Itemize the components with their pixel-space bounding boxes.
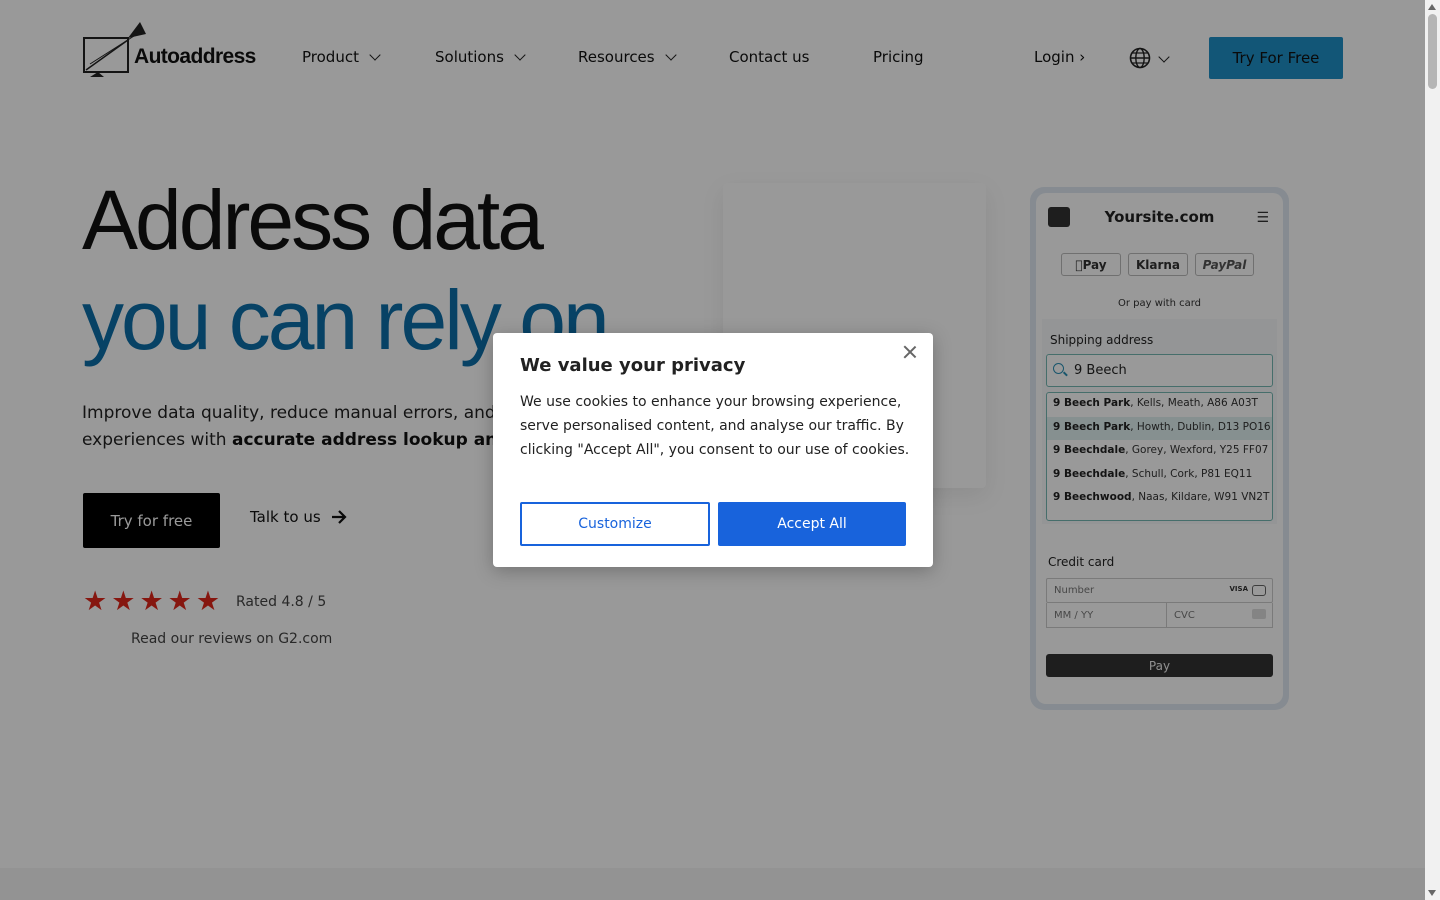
cookie-consent-modal: We value your privacy We use cookies to … [493,333,933,567]
scroll-up-arrow-icon[interactable] [1428,4,1436,10]
customize-button[interactable]: Customize [520,502,710,546]
modal-title: We value your privacy [520,355,746,376]
scroll-down-arrow-icon[interactable] [1428,890,1436,896]
accept-all-button[interactable]: Accept All [718,502,906,546]
page-scrollbar[interactable] [1425,0,1440,900]
close-icon[interactable] [903,345,917,359]
modal-body: We use cookies to enhance your browsing … [520,394,910,458]
next-section-edge [0,868,1425,900]
scroll-thumb[interactable] [1428,14,1437,89]
